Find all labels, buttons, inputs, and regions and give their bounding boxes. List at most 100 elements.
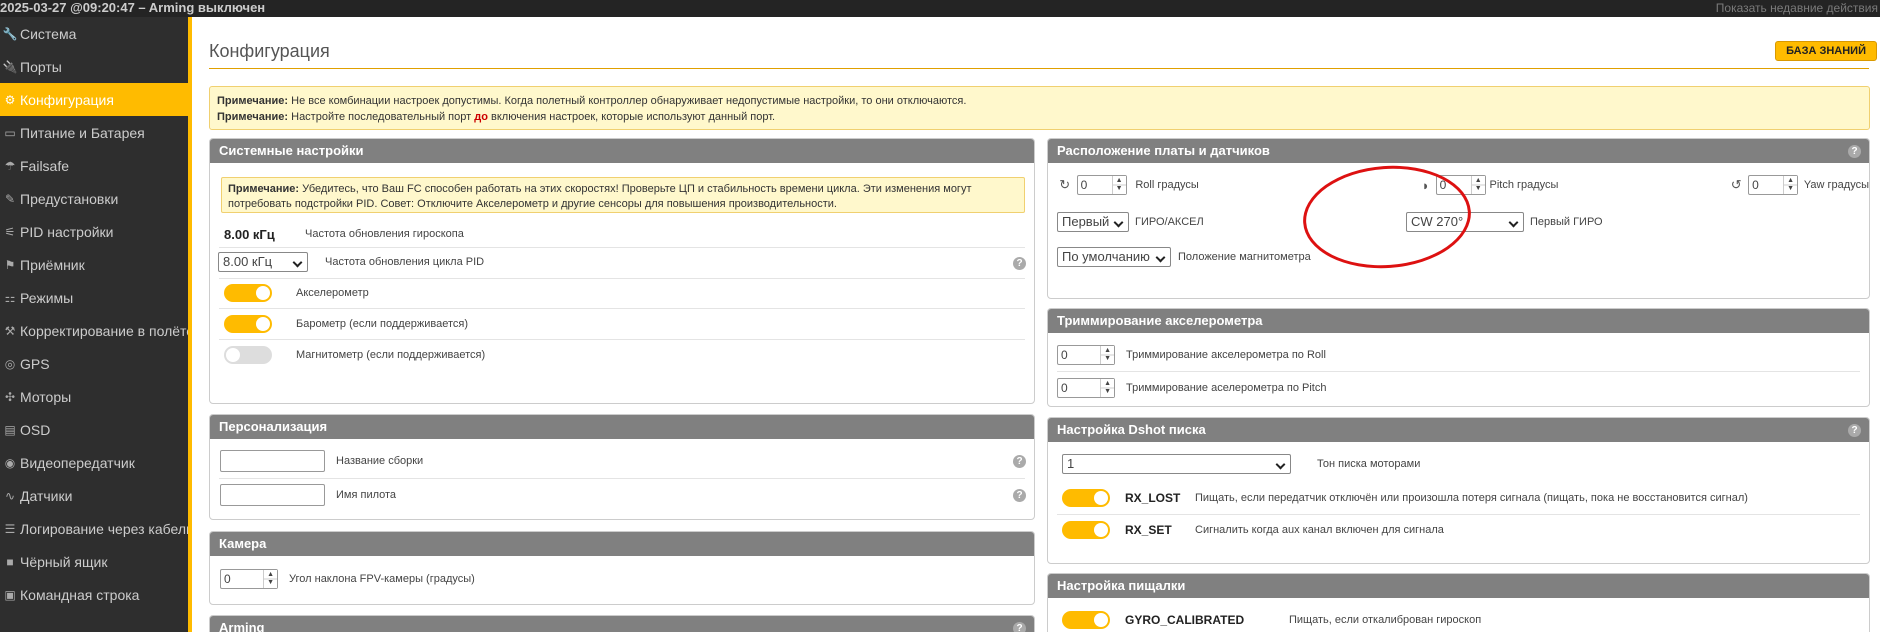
pitch-degrees-label: Pitch градусы bbox=[1489, 179, 1559, 191]
adjustments-icon: ⚒ bbox=[4, 323, 16, 338]
rx-set-description: Сигналить когда aux канал включен для си… bbox=[1195, 524, 1444, 536]
sidebar-item[interactable]: ◎ GPS bbox=[0, 347, 188, 380]
spinner-arrows-icon[interactable]: ▲ ▼ bbox=[267, 571, 274, 587]
sidebar-item[interactable]: 🔌 Порты bbox=[0, 50, 188, 83]
sidebar-item[interactable]: ◉ Видеопередатчик bbox=[0, 446, 188, 479]
panel-title: Системные настройки bbox=[219, 143, 364, 158]
sidebar-item[interactable]: ✣ Моторы bbox=[0, 380, 188, 413]
help-icon[interactable]: ? bbox=[1013, 489, 1026, 502]
roll-degrees-input[interactable]: 0 ▲ ▼ bbox=[1076, 175, 1127, 195]
sidebar-item[interactable]: ▭ Питание и Батарея bbox=[0, 116, 188, 149]
sliders-icon: ⚟ bbox=[4, 224, 16, 239]
terminal-icon: ▣ bbox=[4, 587, 16, 602]
sidebar-item[interactable]: ■ Чёрный ящик bbox=[0, 545, 188, 578]
sidebar-item[interactable]: ▤ OSD bbox=[0, 413, 188, 446]
title-bar: 2025-03-27 @09:20:47 – Arming выключен П… bbox=[0, 0, 1880, 17]
rx-set-code: RX_SET bbox=[1125, 523, 1172, 537]
sidebar-item-label: Корректирование в полёте bbox=[20, 322, 188, 339]
wiki-button[interactable]: БАЗА ЗНАНИЙ bbox=[1775, 41, 1877, 61]
note-text: Не все комбинации настроек допустимы. Ко… bbox=[288, 95, 967, 107]
sidebar-item[interactable]: ⚑ Приёмник bbox=[0, 248, 188, 281]
sidebar-item[interactable]: ✎ Предустановки bbox=[0, 182, 188, 215]
sidebar-item-label: Конфигурация bbox=[20, 91, 114, 108]
help-icon[interactable]: ? bbox=[1848, 424, 1861, 437]
pid-rate-label: Частота обновления цикла PID bbox=[325, 256, 485, 268]
craft-name-input[interactable] bbox=[220, 450, 325, 472]
gyro-calibrated-toggle[interactable] bbox=[1062, 611, 1110, 629]
help-icon[interactable]: ? bbox=[1848, 145, 1861, 158]
spinner-arrows-icon[interactable]: ▲ ▼ bbox=[1104, 380, 1111, 396]
gyro-accel-select[interactable]: Первый bbox=[1057, 212, 1129, 232]
accelerometer-label: Акселерометр bbox=[296, 287, 369, 299]
spinner-arrows-icon[interactable]: ▲ ▼ bbox=[1787, 177, 1794, 193]
sidebar-item[interactable]: ☂ Failsafe bbox=[0, 149, 188, 182]
sidebar-item[interactable]: ☰ Логирование через кабель bbox=[0, 512, 188, 545]
sidebar-item-label: Моторы bbox=[20, 388, 72, 405]
accel-trim-roll-label: Триммирование акселерометра по Roll bbox=[1126, 349, 1326, 361]
beacon-tone-label: Тон писка моторами bbox=[1317, 458, 1421, 470]
sidebar-item-label: Командная строка bbox=[20, 586, 140, 603]
sidebar-item[interactable]: ⚒ Корректирование в полёте bbox=[0, 314, 188, 347]
panel-title: Расположение платы и датчиков bbox=[1057, 143, 1270, 158]
pilot-name-input[interactable] bbox=[220, 484, 325, 506]
dshot-beacon-panel: Настройка Dshot писка? 1 Тон писка мотор… bbox=[1047, 417, 1870, 564]
panel-header: Arming? bbox=[210, 616, 1034, 632]
video-transmitter-icon: ◉ bbox=[4, 455, 16, 470]
arming-panel: Arming? bbox=[209, 615, 1035, 632]
sidebar-item-label: Датчики bbox=[20, 487, 73, 504]
help-icon[interactable]: ? bbox=[1013, 622, 1026, 632]
sidebar-item[interactable]: 🔧 Система bbox=[0, 17, 188, 50]
pid-rate-select[interactable]: 8.00 кГц bbox=[218, 252, 308, 272]
accel-trim-roll-input[interactable]: 0 ▲ ▼ bbox=[1057, 345, 1115, 365]
panel-header: Настройка пищалки bbox=[1048, 574, 1869, 598]
panel-header: Камера bbox=[210, 532, 1034, 556]
camera-angle-input[interactable]: 0 ▲ ▼ bbox=[220, 569, 278, 589]
accel-trim-pitch-input[interactable]: 0 ▲ ▼ bbox=[1057, 378, 1115, 398]
magnetometer-alignment-select[interactable]: По умолчанию bbox=[1057, 247, 1171, 267]
plug-icon: 🔌 bbox=[2, 59, 18, 74]
accelerometer-toggle[interactable] bbox=[224, 284, 272, 302]
craft-name-label: Название сборки bbox=[336, 455, 424, 467]
rx-lost-description: Пищать, если передатчик отключён или про… bbox=[1195, 492, 1748, 504]
system-note: Примечание: Убедитесь, что Ваш FC способ… bbox=[221, 177, 1025, 213]
barometer-toggle[interactable] bbox=[224, 315, 272, 333]
yaw-degrees-input[interactable]: 0 ▲ ▼ bbox=[1748, 175, 1799, 195]
sidebar-item[interactable]: ⚏ Режимы bbox=[0, 281, 188, 314]
panel-header: Настройка Dshot писка? bbox=[1048, 418, 1869, 442]
roll-icon: ↻ bbox=[1059, 177, 1071, 192]
camera-angle-label: Угол наклона FPV-камеры (градусы) bbox=[289, 573, 475, 585]
sidebar-item[interactable]: ∿ Датчики bbox=[0, 479, 188, 512]
camera-panel: Камера 0 ▲ ▼ Угол наклона FPV-камеры (град… bbox=[209, 531, 1035, 605]
sidebar-item-label: Чёрный ящик bbox=[20, 553, 108, 570]
help-icon[interactable]: ? bbox=[1013, 455, 1026, 468]
sidebar-item[interactable]: ▣ Командная строка bbox=[0, 578, 188, 611]
spinner-arrows-icon[interactable]: ▲ ▼ bbox=[1116, 177, 1123, 193]
gyro-calibrated-description: Пищать, если откалиброван гироскоп bbox=[1289, 614, 1482, 626]
rx-set-toggle[interactable] bbox=[1062, 521, 1110, 539]
note-label: Примечание: bbox=[217, 111, 289, 123]
panel-header: Триммирование акселерометра bbox=[1048, 309, 1869, 333]
magnetometer-toggle[interactable] bbox=[224, 346, 272, 364]
sidebar-item[interactable]: ⚟ PID настройки bbox=[0, 215, 188, 248]
gyro-alignment-label: Первый ГИРО bbox=[1530, 216, 1603, 228]
sidebar-item[interactable]: ⚙ Конфигурация bbox=[0, 83, 188, 116]
blackbox-icon: ■ bbox=[6, 554, 14, 569]
beacon-tone-select[interactable]: 1 bbox=[1062, 454, 1291, 474]
panel-title: Триммирование акселерометра bbox=[1057, 313, 1263, 328]
sidebar-item-label: Видеопередатчик bbox=[20, 454, 135, 471]
gyro-calibrated-code: GYRO_CALIBRATED bbox=[1125, 613, 1245, 627]
panel-title: Настройка Dshot писка bbox=[1057, 422, 1206, 437]
help-icon[interactable]: ? bbox=[1013, 257, 1026, 270]
spinner-arrows-icon[interactable]: ▲ ▼ bbox=[1475, 177, 1482, 193]
show-recent-actions-link[interactable]: Показать недавние действия bbox=[1716, 1, 1878, 15]
receiver-icon: ⚑ bbox=[4, 257, 16, 272]
beeper-panel: Настройка пищалки GYRO_CALIBRATED Пищать… bbox=[1047, 573, 1870, 632]
gps-icon: ◎ bbox=[4, 356, 16, 371]
panel-title: Камера bbox=[219, 536, 267, 551]
spinner-arrows-icon[interactable]: ▲ ▼ bbox=[1104, 347, 1111, 363]
main-content: Конфигурация БАЗА ЗНАНИЙ Примечание: Не … bbox=[192, 17, 1880, 632]
motor-icon: ✣ bbox=[4, 389, 16, 404]
sidebar-item-label: Логирование через кабель bbox=[20, 520, 188, 537]
panel-title: Настройка пищалки bbox=[1057, 578, 1186, 593]
rx-lost-toggle[interactable] bbox=[1062, 489, 1110, 507]
